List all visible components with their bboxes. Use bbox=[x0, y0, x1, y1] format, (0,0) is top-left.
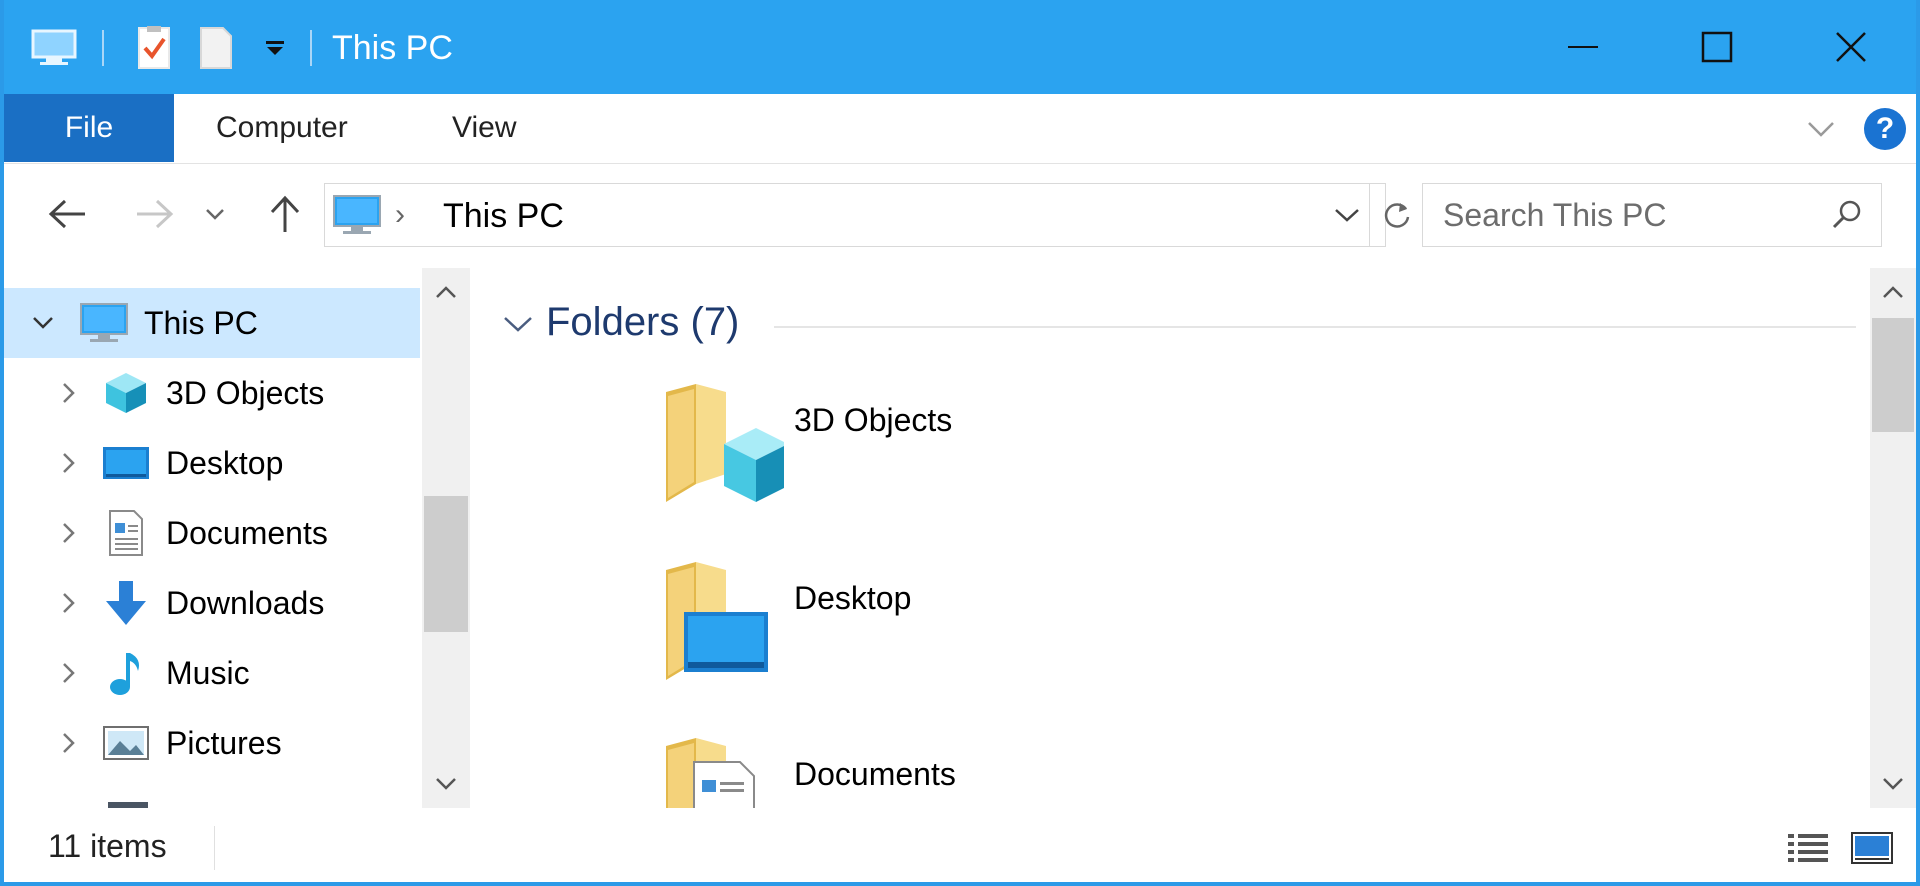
tree-item-3d-objects[interactable]: 3D Objects bbox=[4, 358, 420, 428]
folder-tile-3d-objects[interactable]: 3D Objects bbox=[654, 384, 1014, 554]
pictures-icon bbox=[100, 717, 152, 769]
tree-item-label: 3D Objects bbox=[166, 374, 325, 411]
videos-icon bbox=[108, 802, 148, 808]
address-divider bbox=[1369, 184, 1370, 246]
navigation-bar: › This PC bbox=[4, 165, 1916, 265]
expand-down-chevron-icon[interactable] bbox=[28, 308, 58, 338]
folder-3d-objects-icon bbox=[654, 384, 788, 534]
computer-icon bbox=[78, 297, 130, 349]
tree-item-downloads[interactable]: Downloads bbox=[4, 568, 420, 638]
tree-item-pictures[interactable]: Pictures bbox=[4, 708, 420, 778]
title-separator bbox=[310, 30, 312, 66]
documents-icon bbox=[100, 507, 152, 559]
search-icon[interactable] bbox=[1823, 192, 1871, 238]
address-dropdown-button[interactable] bbox=[1325, 184, 1369, 246]
expand-right-chevron-icon[interactable] bbox=[54, 378, 84, 408]
tree-item-label: Documents bbox=[166, 514, 328, 551]
minimize-button[interactable] bbox=[1516, 0, 1650, 94]
folder-desktop-icon bbox=[654, 562, 784, 712]
scroll-down-arrow-icon[interactable] bbox=[422, 760, 470, 808]
folder-label: Desktop bbox=[794, 580, 912, 616]
expand-right-chevron-icon[interactable] bbox=[54, 448, 84, 478]
navigation-pane: This PC 3D Objects Desktop Documents Dow… bbox=[4, 268, 424, 808]
computer-icon[interactable] bbox=[26, 22, 82, 74]
forward-button[interactable] bbox=[128, 187, 182, 241]
close-button[interactable] bbox=[1784, 0, 1916, 94]
group-header-folders[interactable]: Folders (7) bbox=[546, 296, 739, 348]
folder-tile-documents[interactable]: Documents bbox=[654, 738, 1014, 808]
expand-right-chevron-icon[interactable] bbox=[54, 658, 84, 688]
desktop-icon bbox=[100, 437, 152, 489]
tree-item-desktop[interactable]: Desktop bbox=[4, 428, 420, 498]
explorer-window: This PC File Computer View ? › This PC S… bbox=[0, 0, 1920, 886]
properties-icon[interactable] bbox=[132, 22, 176, 74]
maximize-button[interactable] bbox=[1650, 0, 1784, 94]
refresh-button[interactable] bbox=[1371, 184, 1423, 246]
downloads-icon bbox=[100, 577, 152, 629]
item-count: 11 items bbox=[48, 828, 167, 864]
music-icon bbox=[100, 647, 152, 699]
tree-item-label: Music bbox=[166, 654, 250, 691]
customize-toolbar-chevron-icon[interactable] bbox=[258, 22, 292, 74]
tree-item-label: Desktop bbox=[166, 444, 284, 481]
search-input[interactable] bbox=[1443, 192, 1803, 238]
status-separator bbox=[214, 826, 215, 870]
quick-access-separator bbox=[102, 30, 104, 66]
folder-label: 3D Objects bbox=[794, 402, 953, 438]
scrollbar-thumb[interactable] bbox=[1872, 318, 1914, 432]
tab-computer[interactable]: Computer bbox=[216, 94, 348, 162]
back-button[interactable] bbox=[40, 187, 94, 241]
ribbon: File Computer View ? bbox=[4, 94, 1916, 164]
content-pane-scrollbar[interactable] bbox=[1870, 268, 1916, 808]
folder-tile-desktop[interactable]: Desktop bbox=[654, 562, 1014, 732]
search-box bbox=[1422, 183, 1882, 247]
recent-locations-chevron-icon[interactable] bbox=[200, 187, 230, 241]
tree-item-label: This PC bbox=[144, 304, 258, 341]
address-path[interactable]: This PC bbox=[443, 192, 564, 240]
computer-icon bbox=[331, 192, 383, 243]
collapse-group-chevron-icon[interactable] bbox=[500, 306, 536, 342]
3d-objects-icon bbox=[100, 367, 152, 419]
window-title: This PC bbox=[332, 29, 453, 67]
tree-item-label: Downloads bbox=[166, 584, 325, 621]
scroll-up-arrow-icon[interactable] bbox=[1870, 268, 1916, 316]
group-header-line bbox=[774, 326, 1856, 328]
expand-right-chevron-icon[interactable] bbox=[54, 518, 84, 548]
scroll-up-arrow-icon[interactable] bbox=[422, 268, 470, 316]
folder-label: Documents bbox=[794, 756, 956, 792]
expand-right-chevron-icon[interactable] bbox=[54, 588, 84, 618]
expand-ribbon-button[interactable] bbox=[1804, 112, 1838, 146]
status-bar: 11 items bbox=[4, 812, 1916, 882]
folder-documents-icon bbox=[654, 738, 784, 808]
content-pane: Folders (7) 3D Objects Desktop Documents bbox=[474, 268, 1870, 808]
up-button[interactable] bbox=[258, 187, 312, 241]
large-icons-view-button[interactable] bbox=[1846, 822, 1898, 874]
tab-view[interactable]: View bbox=[452, 94, 516, 162]
tab-file[interactable]: File bbox=[4, 94, 174, 162]
scroll-down-arrow-icon[interactable] bbox=[1870, 760, 1916, 808]
expand-right-chevron-icon[interactable] bbox=[54, 728, 84, 758]
tree-item-music[interactable]: Music bbox=[4, 638, 420, 708]
tree-item-this-pc[interactable]: This PC bbox=[4, 288, 420, 358]
tree-item-label: Pictures bbox=[166, 724, 282, 761]
details-view-button[interactable] bbox=[1782, 822, 1834, 874]
scrollbar-thumb[interactable] bbox=[424, 496, 468, 632]
address-bar[interactable]: › This PC bbox=[324, 183, 1410, 247]
help-button[interactable]: ? bbox=[1864, 108, 1906, 150]
navigation-pane-scrollbar[interactable] bbox=[422, 268, 470, 808]
tree-item-documents[interactable]: Documents bbox=[4, 498, 420, 568]
new-folder-icon[interactable] bbox=[196, 22, 236, 74]
title-bar: This PC bbox=[4, 0, 1916, 94]
breadcrumb-separator: › bbox=[395, 198, 405, 231]
